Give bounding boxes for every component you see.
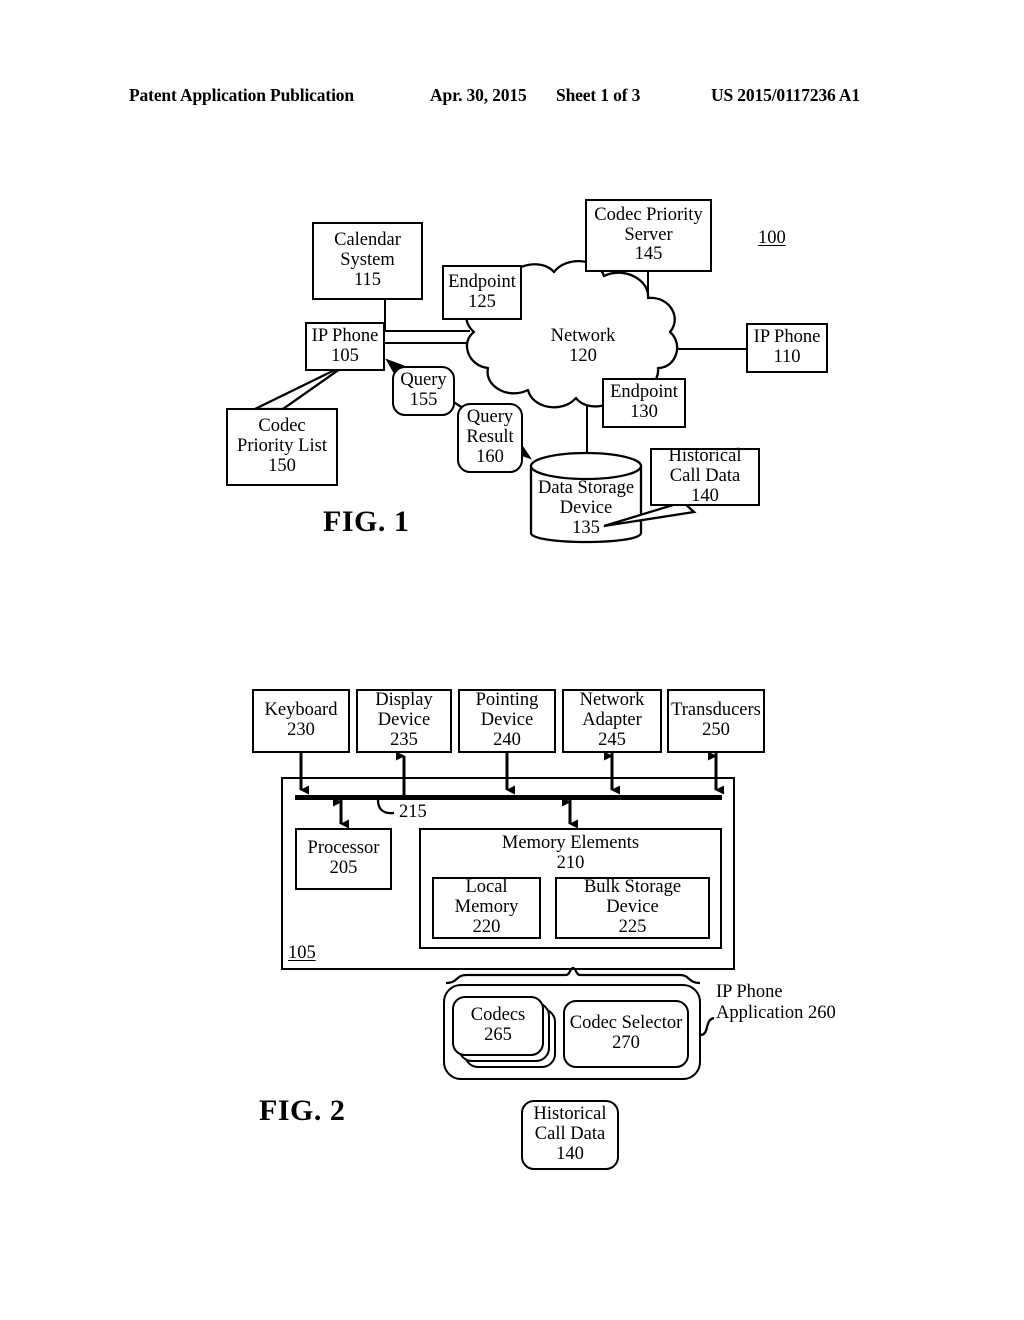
bus-ref-215: 215 xyxy=(399,802,427,822)
figure-2: Keyboard 230 Display Device 235 Pointing… xyxy=(0,0,1024,1320)
ip-phone-application-label: IP Phone Application 260 xyxy=(716,982,836,1023)
ip-phone-application-line1: IP Phone xyxy=(716,982,783,1002)
node-historical-call-data-fig1[interactable]: Historical Call Data 140 xyxy=(650,446,760,506)
figure-2-caption: FIG. 2 xyxy=(259,1094,346,1127)
historical-call-data-fig1-ref: 140 xyxy=(691,485,719,506)
historical-call-data-fig1-line1: Historical xyxy=(668,446,742,467)
ip-phone-application-brace xyxy=(445,966,701,985)
ip-phone-application-ref: 260 xyxy=(807,1002,836,1023)
historical-call-data-fig1-line2: Call Data xyxy=(669,466,741,487)
bus-ref-leader xyxy=(376,799,395,815)
ip-phone-application-line2: Application xyxy=(716,1002,804,1023)
ip-phone-application-leader xyxy=(699,1016,715,1037)
enclosure-ref-105: 105 xyxy=(288,943,316,963)
figure-2-arrows xyxy=(299,751,724,1037)
figure-1-caption: FIG. 1 xyxy=(323,505,410,538)
